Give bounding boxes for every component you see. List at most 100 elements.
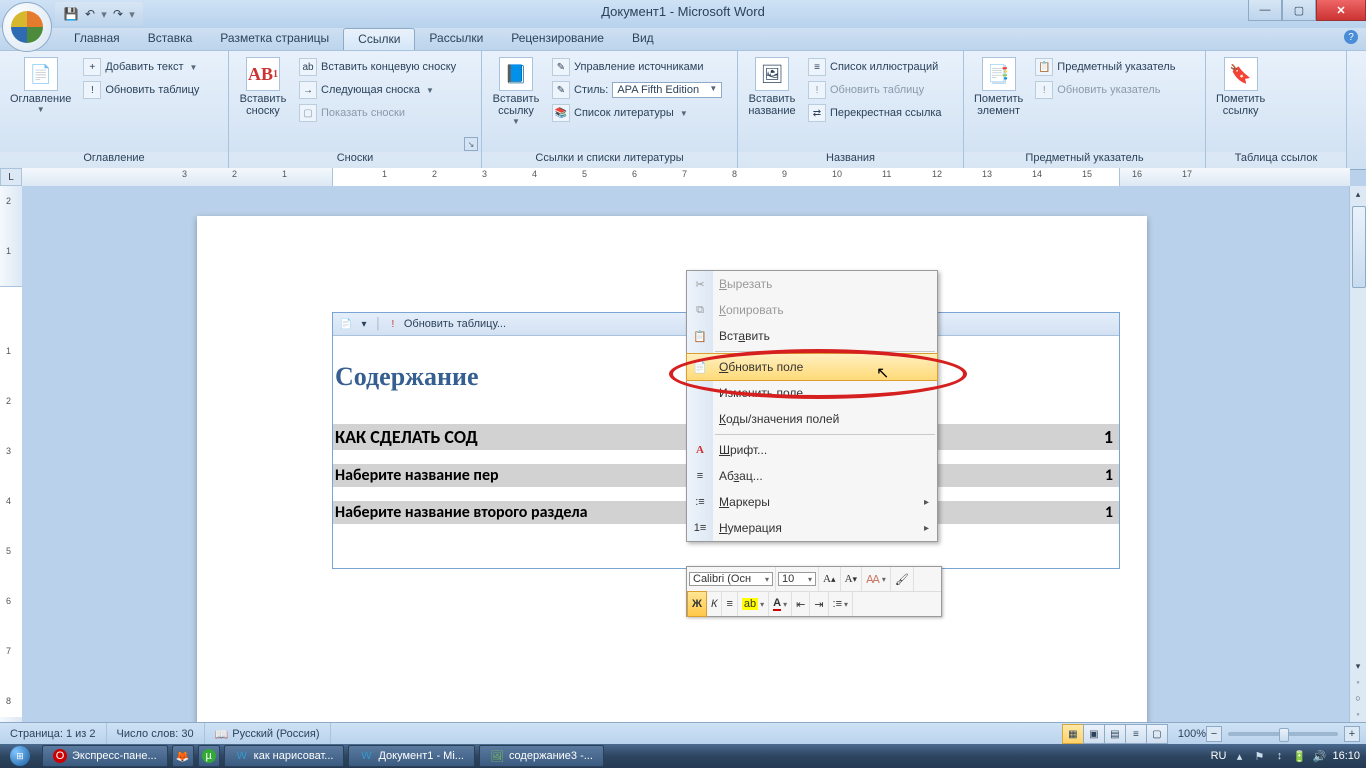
tab-view[interactable]: Вид	[618, 28, 668, 50]
figures-list-button[interactable]: ≡Список иллюстраций	[804, 57, 946, 77]
zoom-level[interactable]: 100%	[1178, 728, 1206, 740]
taskbar-item[interactable]: Wкак нарисоват...	[224, 745, 345, 767]
update-table-button[interactable]: !Обновить таблицу	[79, 80, 203, 100]
cm-update-field[interactable]: 📄Обновить поле	[686, 353, 938, 381]
styles-button[interactable]: Ꜳ▾	[862, 567, 891, 591]
web-layout-view[interactable]: ▤	[1104, 724, 1126, 744]
outline-view[interactable]: ≡	[1125, 724, 1147, 744]
draft-view[interactable]: ▢	[1146, 724, 1168, 744]
manage-sources-button[interactable]: ✎Управление источниками	[548, 57, 726, 77]
format-painter-button[interactable]: 🖌	[891, 567, 914, 591]
page-status[interactable]: Страница: 1 из 2	[0, 723, 107, 745]
insert-index-button[interactable]: 📋Предметный указатель	[1031, 57, 1179, 77]
update-index-button[interactable]: !Обновить указатель	[1031, 80, 1179, 100]
qat-customize[interactable]: ▾	[129, 8, 135, 21]
shrink-font-button[interactable]: A▾	[841, 567, 863, 591]
save-icon[interactable]: 💾	[63, 6, 79, 22]
cm-cut[interactable]: ✂Вырезать	[687, 271, 937, 297]
ruler-corner[interactable]: L	[0, 168, 22, 186]
horizontal-ruler[interactable]: 3211234567891011121314151617	[22, 168, 1350, 187]
page[interactable]: 📄 ▾ │ ! Обновить таблицу... Содержание К…	[197, 216, 1147, 722]
footnotes-dialog-launcher[interactable]: ↘	[464, 137, 478, 151]
cm-paste[interactable]: 📋Вставить	[687, 323, 937, 349]
bibliography-button[interactable]: 📚Список литературы▼	[548, 103, 726, 123]
decrease-indent-button[interactable]: ⇤	[792, 592, 810, 616]
cm-edit-field[interactable]: Изменить поле...	[687, 380, 937, 406]
tray-icon[interactable]: ▴	[1232, 749, 1246, 763]
grow-font-button[interactable]: A▴	[819, 567, 841, 591]
update-toc-icon[interactable]: !	[386, 317, 400, 331]
zoom-slider[interactable]	[1228, 732, 1338, 736]
cm-field-codes[interactable]: Коды/значения полей	[687, 406, 937, 432]
print-layout-view[interactable]: ▦	[1062, 724, 1084, 744]
taskbar-item[interactable]: WДокумент1 - Mi...	[348, 745, 474, 767]
toc-button[interactable]: 📄 Оглавление▼	[4, 55, 77, 148]
vertical-scrollbar[interactable]: ▴ ▾ ◦ ○ ◦	[1349, 186, 1366, 722]
document-area[interactable]: 📄 ▾ │ ! Обновить таблицу... Содержание К…	[22, 186, 1350, 722]
next-footnote-button[interactable]: →Следующая сноска▼	[295, 80, 460, 100]
tab-review[interactable]: Рецензирование	[497, 28, 618, 50]
help-icon[interactable]: ?	[1344, 30, 1358, 44]
update-figures-button[interactable]: !Обновить таблицу	[804, 80, 946, 100]
taskbar-item[interactable]: OЭкспресс-пане...	[42, 745, 168, 767]
scroll-up-button[interactable]: ▴	[1350, 186, 1366, 202]
vertical-ruler[interactable]: 2112345678	[0, 186, 23, 722]
cm-paragraph[interactable]: ≡Абзац...	[687, 463, 937, 489]
cm-numbering[interactable]: 1≡Нумерация▸	[687, 515, 937, 541]
zoom-out-button[interactable]: −	[1206, 726, 1222, 742]
tab-page-layout[interactable]: Разметка страницы	[206, 28, 343, 50]
taskbar-item[interactable]: 🖼содержание3 -...	[479, 745, 604, 767]
office-button[interactable]	[2, 2, 52, 52]
show-notes-button[interactable]: ▢Показать сноски	[295, 103, 460, 123]
citation-style-select[interactable]: APA Fifth Edition▼	[612, 82, 722, 98]
cross-reference-button[interactable]: ⇄Перекрестная ссылка	[804, 103, 946, 123]
volume-icon[interactable]: 🔊	[1312, 749, 1326, 763]
insert-endnote-button[interactable]: abВставить концевую сноску	[295, 57, 460, 77]
start-button[interactable]: ⊞	[0, 744, 40, 768]
cm-copy[interactable]: ⧉Копировать	[687, 297, 937, 323]
cm-font[interactable]: AШрифт...	[687, 437, 937, 463]
tab-insert[interactable]: Вставка	[134, 28, 207, 50]
update-toc-link[interactable]: Обновить таблицу...	[404, 318, 506, 330]
fullscreen-reading-view[interactable]: ▣	[1083, 724, 1105, 744]
maximize-button[interactable]: ▢	[1282, 0, 1316, 21]
font-color-button[interactable]: A▾	[769, 592, 792, 616]
insert-citation-button[interactable]: 📘 Вставить ссылку▼	[486, 55, 546, 148]
next-page-button[interactable]: ◦	[1350, 706, 1366, 722]
word-count[interactable]: Число слов: 30	[107, 723, 205, 745]
close-button[interactable]: ✕	[1316, 0, 1366, 21]
mark-entry-button[interactable]: 📑 Пометить элемент	[968, 55, 1029, 148]
proofing-status[interactable]: 📖Русский (Россия)	[205, 723, 331, 745]
toc-field-icon[interactable]: 📄	[339, 317, 353, 331]
clock[interactable]: 16:10	[1332, 750, 1360, 762]
mini-font-select[interactable]: Calibri (Осн▾	[689, 572, 773, 586]
bold-button[interactable]: Ж	[687, 591, 707, 617]
redo-icon[interactable]: ↷	[110, 6, 126, 22]
cm-bullets[interactable]: :≡Маркеры▸	[687, 489, 937, 515]
battery-icon[interactable]: 🔋	[1292, 749, 1306, 763]
highlight-button[interactable]: ab▾	[738, 592, 769, 616]
zoom-in-button[interactable]: +	[1344, 726, 1360, 742]
mini-size-select[interactable]: 10▾	[778, 572, 816, 586]
mark-citation-button[interactable]: 🔖 Пометить ссылку	[1210, 55, 1271, 148]
italic-button[interactable]: К	[707, 592, 722, 616]
center-align-button[interactable]: ≡	[722, 592, 737, 616]
chevron-down-icon[interactable]: ▾	[357, 317, 371, 331]
tab-home[interactable]: Главная	[60, 28, 134, 50]
browse-object-button[interactable]: ○	[1350, 690, 1366, 706]
tab-references[interactable]: Ссылки	[343, 28, 415, 50]
lang-indicator[interactable]: RU	[1211, 750, 1227, 762]
flag-icon[interactable]: ⚑	[1252, 749, 1266, 763]
tray-icon[interactable]: ↕	[1272, 749, 1286, 763]
increase-indent-button[interactable]: ⇥	[810, 592, 828, 616]
tab-mailings[interactable]: Рассылки	[415, 28, 497, 50]
minimize-button[interactable]: —	[1248, 0, 1282, 21]
taskbar-utorrent[interactable]: µ	[198, 745, 220, 767]
undo-icon[interactable]: ↶	[82, 6, 98, 22]
insert-footnote-button[interactable]: AB1 Вставить сноску	[233, 55, 293, 148]
scroll-down-button[interactable]: ▾	[1350, 658, 1366, 674]
bullets-mini-button[interactable]: :≡▾	[829, 592, 854, 616]
insert-caption-button[interactable]: 🖼 Вставить название	[742, 55, 802, 148]
scroll-thumb[interactable]	[1352, 206, 1366, 288]
taskbar-firefox[interactable]: 🦊	[172, 745, 194, 767]
